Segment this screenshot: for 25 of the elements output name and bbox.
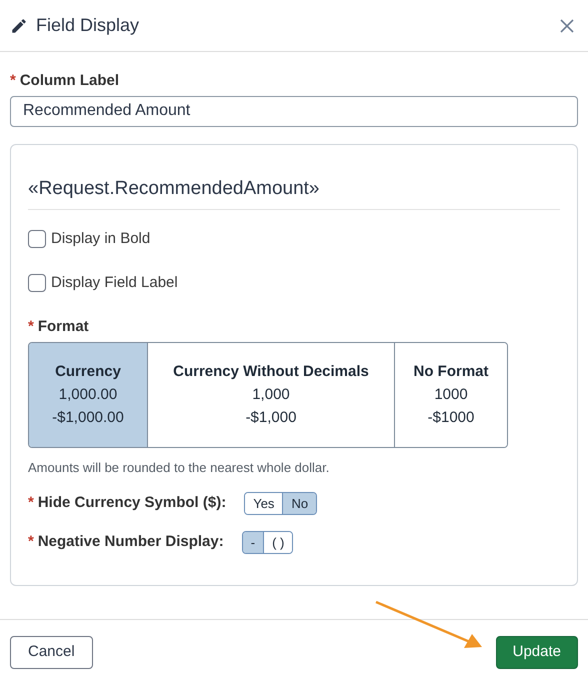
window-title: Field Display [36, 14, 140, 37]
required-asterisk: * [28, 533, 34, 550]
required-asterisk: * [28, 318, 34, 335]
required-asterisk: * [28, 494, 34, 512]
field-label: Negative Number Display: [38, 533, 224, 550]
toggle-option[interactable]: - [242, 532, 264, 553]
pencil-icon [10, 16, 28, 34]
input-field[interactable]: Recommended Amount [10, 96, 578, 126]
field-label: Hide Currency Symbol ($): [38, 494, 226, 512]
update-button[interactable]: Update [496, 636, 578, 668]
field-label: Column Label [20, 72, 120, 89]
required-asterisk: * [10, 72, 16, 89]
field-token: «Request.RecommendedAmount» [28, 174, 560, 210]
toggle-option[interactable]: ( ) [263, 532, 292, 553]
field-label: Format [38, 318, 89, 335]
toggle-option[interactable]: No [282, 493, 316, 514]
checkbox[interactable] [28, 274, 46, 292]
format-option[interactable]: Currency 1,000.00 -$1,000.00 [29, 342, 147, 446]
checkbox[interactable] [28, 230, 46, 248]
cancel-button[interactable]: Cancel [10, 636, 93, 668]
close-icon [560, 18, 574, 32]
format-option[interactable]: No Format 1000 -$1000 [394, 342, 507, 446]
checkbox-label: Display in Bold [51, 229, 150, 249]
checkbox-label: Display Field Label [51, 272, 178, 292]
hint-text: Amounts will be rounded to the nearest whole dollar. [28, 458, 330, 476]
